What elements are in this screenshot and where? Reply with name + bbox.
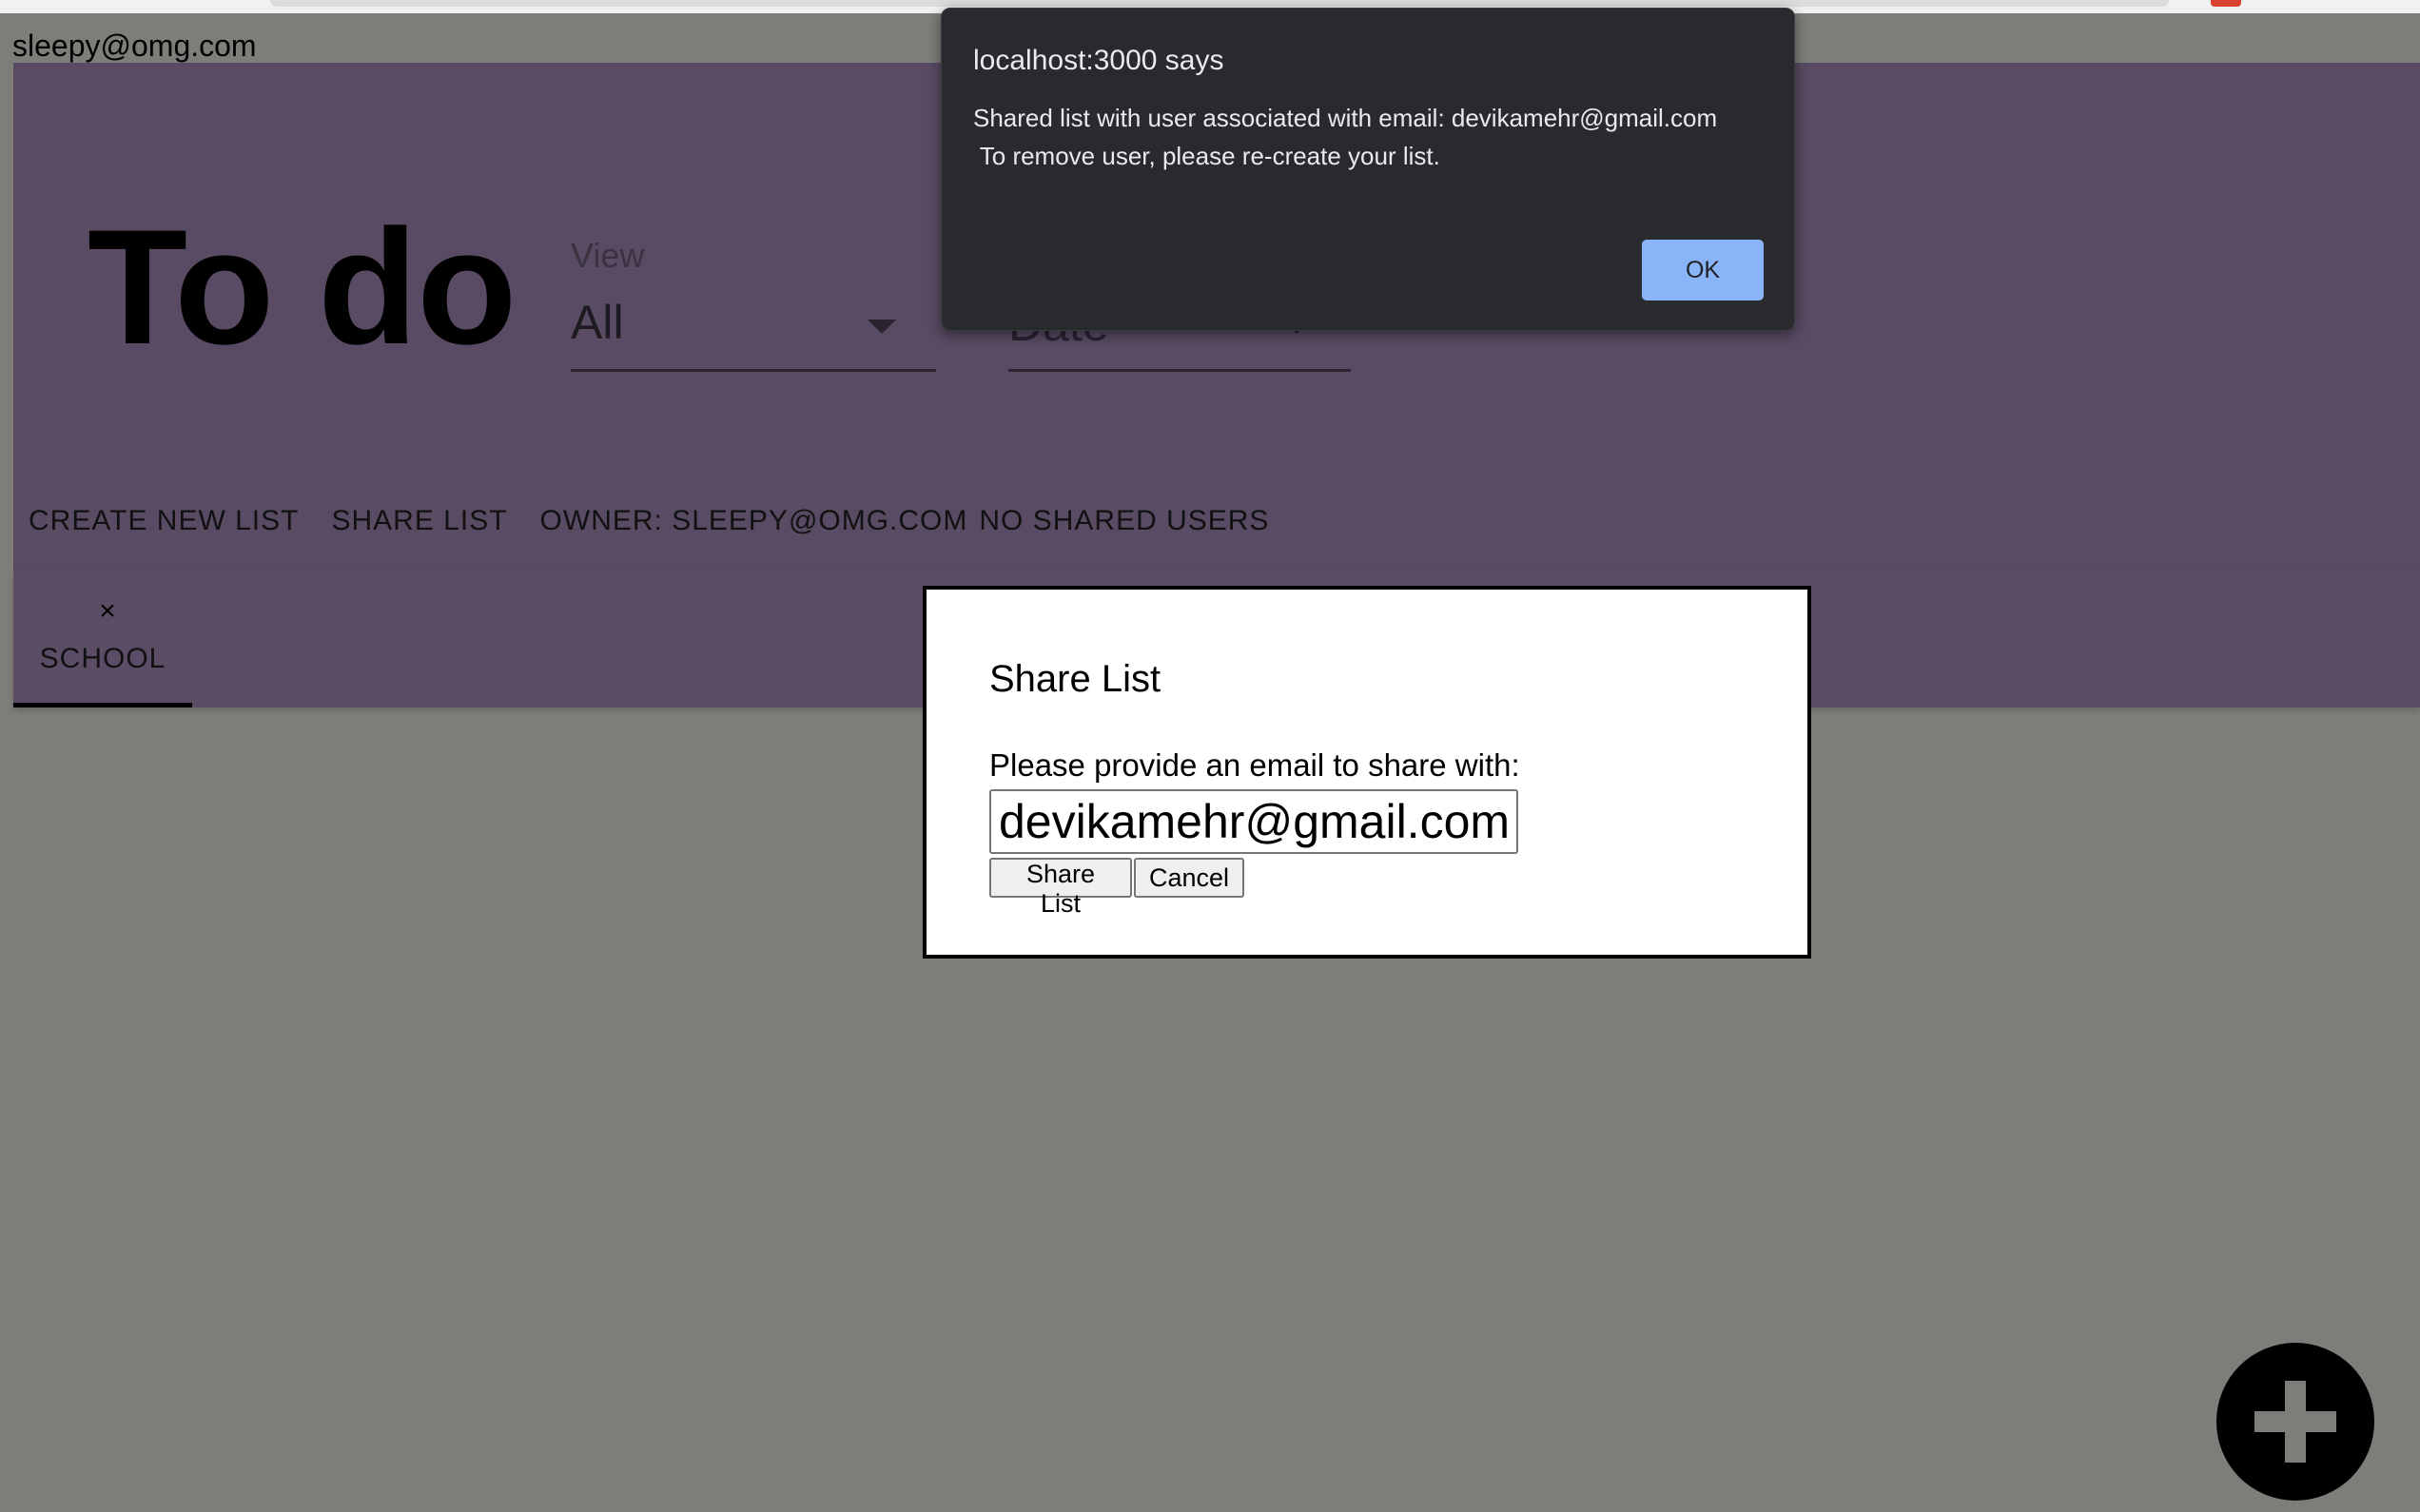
tab-school[interactable]: × SCHOOL bbox=[13, 571, 192, 708]
modal-title: Share List bbox=[989, 658, 1161, 700]
share-list-button[interactable]: SHARE LIST bbox=[331, 505, 507, 537]
add-task-button[interactable] bbox=[2216, 1343, 2374, 1501]
view-filter-value: All bbox=[571, 296, 624, 349]
modal-prompt: Please provide an email to share with: bbox=[989, 747, 1520, 783]
page-title: To do bbox=[88, 196, 517, 378]
alert-title: localhost:3000 says bbox=[973, 45, 1224, 76]
address-bar[interactable] bbox=[270, 0, 2169, 7]
shared-users-label: NO SHARED USERS bbox=[979, 505, 1270, 536]
plus-icon bbox=[2254, 1411, 2336, 1432]
alert-message-line: To remove user, please re-create your li… bbox=[973, 142, 1440, 170]
create-new-list-button[interactable]: CREATE NEW LIST bbox=[29, 505, 299, 537]
user-email-label: sleepy@omg.com bbox=[12, 29, 257, 63]
list-toolbar: CREATE NEW LIST SHARE LIST OWNER: SLEEPY… bbox=[29, 502, 1269, 540]
close-icon[interactable]: × bbox=[93, 595, 122, 628]
share-list-modal: Share List Please provide an email to sh… bbox=[923, 586, 1811, 959]
extension-icon[interactable] bbox=[2211, 0, 2241, 7]
ok-button[interactable]: OK bbox=[1642, 240, 1764, 300]
share-email-input[interactable] bbox=[989, 789, 1518, 854]
alert-dialog: localhost:3000 says Shared list with use… bbox=[941, 8, 1795, 331]
chevron-down-icon bbox=[868, 320, 896, 334]
share-list-submit-button[interactable]: Share List bbox=[989, 858, 1132, 918]
tab-label: SCHOOL bbox=[39, 643, 166, 674]
view-filter-label: View bbox=[571, 236, 645, 275]
view-filter-select[interactable]: View All bbox=[571, 228, 936, 372]
alert-message-line: Shared list with user associated with em… bbox=[973, 104, 1718, 132]
owner-label: OWNER: SLEEPY@OMG.COM bbox=[539, 505, 968, 536]
cancel-button[interactable]: Cancel bbox=[1134, 858, 1244, 898]
